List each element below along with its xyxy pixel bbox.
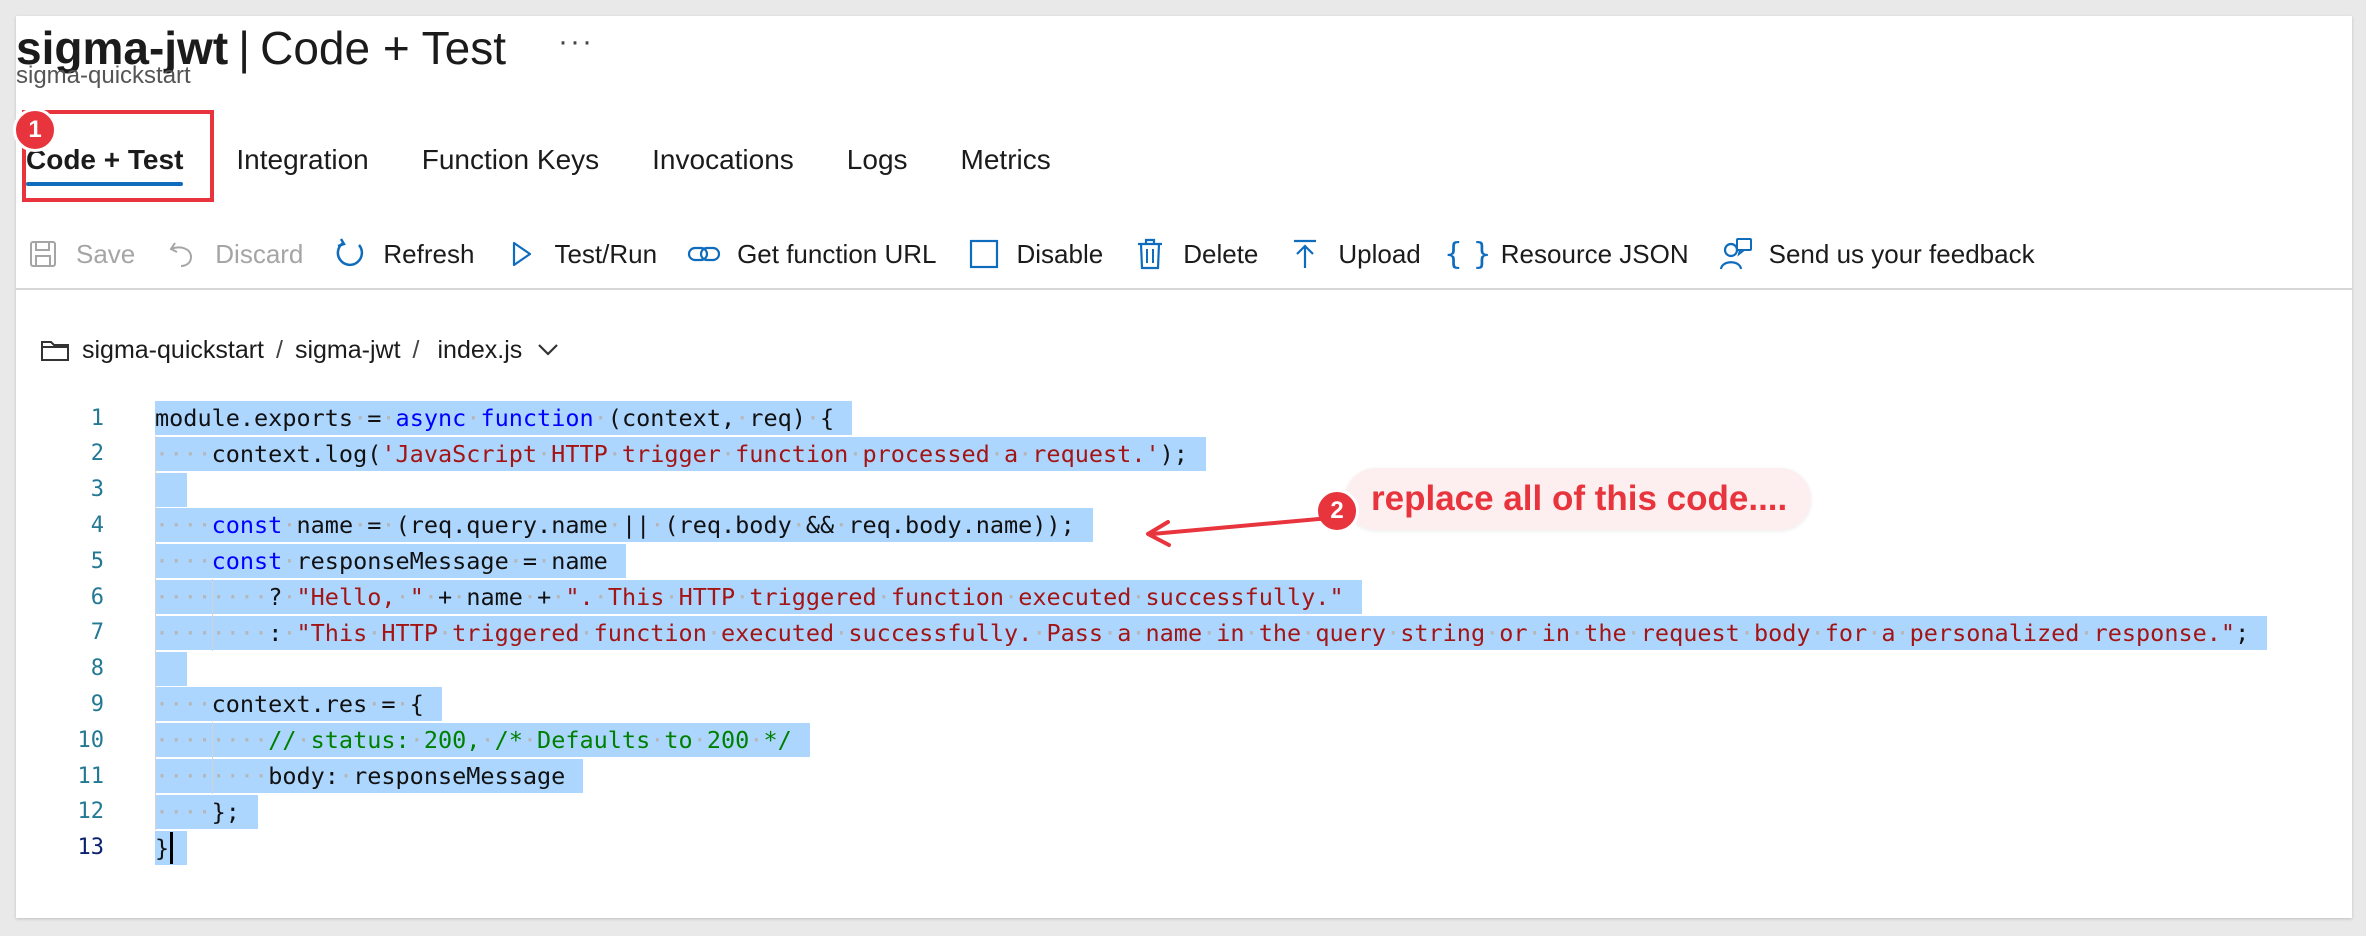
discard-label: Discard (215, 238, 304, 269)
code-text: ····}; (155, 797, 240, 826)
chevron-down-icon[interactable] (536, 342, 560, 358)
get-function-url-button[interactable]: Get function URL (687, 237, 937, 271)
line-number: 6 (90, 584, 104, 610)
tab-logs[interactable]: Logs (847, 120, 908, 200)
file-selector[interactable]: index.js (437, 336, 522, 365)
code-line[interactable]: 8 (16, 651, 2352, 687)
feedback-label: Send us your feedback (1768, 238, 2035, 269)
code-line[interactable]: 1 module.exports·=·async·function·(contex… (16, 400, 2352, 436)
breadcrumb-function[interactable]: sigma-jwt (295, 336, 401, 365)
refresh-icon (333, 237, 367, 271)
refresh-label: Refresh (383, 238, 475, 269)
tab-integration[interactable]: Integration (236, 120, 368, 200)
test-run-label: Test/Run (554, 238, 658, 269)
code-line[interactable]: 10 ········//·status:·200,·/*·Defaults·to… (16, 722, 2352, 758)
save-icon (26, 237, 60, 271)
line-number: 4 (90, 512, 104, 538)
more-options-button[interactable]: ··· (558, 25, 594, 59)
code-text: ····context.res·=·{ (155, 690, 424, 719)
line-number: 7 (90, 620, 104, 646)
indent-guide (211, 579, 213, 651)
breadcrumb-app[interactable]: sigma-quickstart (82, 336, 264, 365)
code-text: ····const·name·=·(req.query.name·||·(req… (155, 511, 1075, 540)
disable-label: Disable (1016, 238, 1104, 269)
resource-json-label: Resource JSON (1500, 238, 1689, 269)
code-text: ········body:·responseMessage (155, 762, 566, 790)
code-editor[interactable]: 1 module.exports·=·async·function·(contex… (16, 400, 2352, 880)
line-number: 3 (90, 477, 104, 503)
code-text: ········:·"This·HTTP·triggered·function·… (155, 618, 2250, 647)
selection-highlight (155, 651, 188, 686)
command-bar: Save Discard Refresh Test/Run Get functi… (26, 228, 2065, 280)
code-text: ····const·responseMessage·=·name (155, 547, 608, 576)
line-number: 13 (77, 835, 105, 861)
page-subtitle: sigma-quickstart (16, 62, 191, 89)
text-cursor (170, 831, 174, 864)
selection-highlight (155, 472, 188, 507)
tab-function-keys[interactable]: Function Keys (422, 120, 599, 200)
link-icon (687, 237, 721, 271)
breadcrumb-separator: / (276, 335, 283, 364)
indent-guide (211, 722, 213, 794)
line-number: 12 (77, 799, 105, 825)
folder-icon (40, 338, 70, 362)
breadcrumb: sigma-quickstart / sigma-jwt / index.js (26, 330, 560, 370)
play-icon (504, 237, 538, 271)
trash-icon (1133, 237, 1167, 271)
annotation-callout: replace all of this code.... (1345, 468, 1812, 530)
step-badge-1: 1 (13, 108, 57, 152)
refresh-button[interactable]: Refresh (333, 237, 474, 271)
breadcrumb-separator: / (412, 335, 420, 364)
save-label: Save (76, 238, 136, 269)
code-text: } (155, 833, 170, 862)
delete-button[interactable]: Delete (1133, 237, 1258, 271)
undo-icon (165, 237, 199, 271)
code-line[interactable]: 7 ········:·"This·HTTP·triggered·function… (16, 615, 2352, 651)
feedback-button[interactable]: Send us your feedback (1719, 237, 2035, 271)
toolbar-divider (16, 288, 2352, 290)
line-number: 1 (90, 405, 104, 431)
save-button[interactable]: Save (26, 237, 135, 271)
resource-json-button[interactable]: { } Resource JSON (1443, 236, 1689, 272)
checkbox-icon (967, 237, 1001, 271)
upload-label: Upload (1338, 238, 1421, 269)
code-text: ········//·status:·200,·/*·Defaults·to·2… (155, 726, 792, 755)
disable-button[interactable]: Disable (967, 237, 1104, 271)
code-line[interactable]: 2 ····context.log('JavaScript·HTTP·trigge… (16, 436, 2352, 472)
line-number: 2 (90, 441, 104, 467)
indent-guide (155, 435, 156, 830)
code-line[interactable]: 6 ········?·"Hello,·"·+·name·+·".·This·HT… (16, 579, 2352, 615)
code-line[interactable]: 12 ····}; (16, 794, 2352, 830)
test-run-button[interactable]: Test/Run (504, 237, 657, 271)
code-text: ····context.log('JavaScript·HTTP·trigger… (155, 439, 1188, 468)
upload-button[interactable]: Upload (1288, 237, 1421, 271)
line-number: 11 (77, 763, 105, 789)
code-line[interactable]: 13} (16, 830, 2352, 866)
delete-label: Delete (1183, 238, 1259, 269)
discard-button[interactable]: Discard (165, 237, 303, 271)
title-separator: | (238, 22, 251, 74)
line-number: 9 (90, 691, 104, 717)
code-line[interactable]: 11 ········body:·responseMessage (16, 758, 2352, 794)
feedback-person-icon (1719, 237, 1753, 271)
annotation-arrow (1146, 516, 1331, 547)
line-number: 8 (90, 656, 104, 682)
get-function-url-label: Get function URL (737, 238, 937, 269)
braces-icon: { } (1443, 236, 1492, 272)
title-section: Code + Test (260, 22, 507, 74)
tab-invocations[interactable]: Invocations (652, 120, 794, 200)
upload-icon (1288, 237, 1322, 271)
code-text: module.exports·=·async·function·(context… (155, 404, 835, 432)
code-text: ········?·"Hello,·"·+·name·+·".·This·HTT… (155, 583, 1344, 611)
tab-metrics[interactable]: Metrics (961, 120, 1051, 200)
line-number: 5 (90, 548, 104, 574)
line-number: 10 (77, 727, 105, 753)
code-line[interactable]: 9 ····context.res·=·{ (16, 686, 2352, 722)
